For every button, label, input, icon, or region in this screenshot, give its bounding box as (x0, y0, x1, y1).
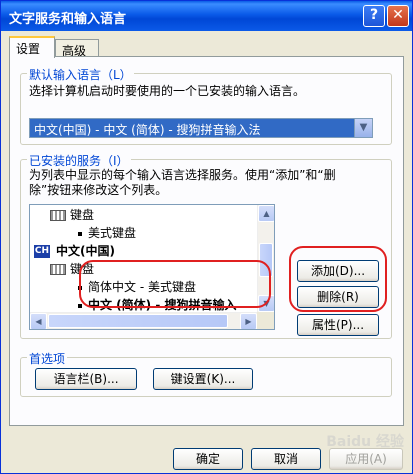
help-button[interactable]: ? (363, 5, 385, 27)
tree-item-us-keyboard[interactable]: 美式键盘 (78, 225, 136, 241)
preferences-group: 首选项 语言栏(B)... 键设置(K)... (20, 350, 392, 397)
bullet-icon (78, 303, 82, 308)
dialog-window: 文字服务和输入语言 ? ✕ 设置 高级 默认输入语言（L） 选择计算机启动时要使… (0, 0, 413, 474)
language-bar-button[interactable]: 语言栏(B)... (35, 368, 137, 390)
tree-item-chinese-china[interactable]: CH 中文(中国) (34, 243, 115, 259)
keyboard-icon (50, 210, 66, 221)
default-language-selected: 中文(中国) - 中文 (简体) - 搜狗拼音输入法 (34, 123, 261, 137)
default-language-group: 默认输入语言（L） 选择计算机启动时要使用的一个已安装的输入语言。 中文(中国)… (20, 66, 392, 145)
default-language-select[interactable]: 中文(中国) - 中文 (简体) - 搜狗拼音输入法 ▼ (29, 118, 373, 138)
preferences-label: 首选项 (27, 350, 68, 367)
apply-button[interactable]: 应用(A) (329, 448, 403, 470)
scroll-left-icon[interactable]: ◀ (30, 313, 47, 329)
scrollbar-corner (257, 312, 274, 329)
ok-button[interactable]: 确定 (173, 448, 243, 470)
default-language-description: 选择计算机启动时要使用的一个已安装的输入语言。 (29, 84, 306, 98)
default-language-label: 默认输入语言（L） (27, 66, 134, 83)
cancel-button[interactable]: 取消 (251, 448, 321, 470)
tree-horizontal-scrollbar[interactable]: ◀ ▶ (30, 312, 257, 329)
scroll-up-icon[interactable]: ▲ (258, 205, 274, 222)
annotation-highlight-buttons (289, 246, 387, 312)
tree-item-keyboard-1[interactable]: 键盘 (50, 207, 94, 223)
installed-services-description-2: 除”按钮来修改这个列表。 (29, 183, 168, 197)
properties-button[interactable]: 属性(P)... (297, 314, 379, 336)
tab-settings[interactable]: 设置 (9, 36, 55, 58)
language-ch-icon: CH (34, 245, 50, 258)
window-title: 文字服务和输入语言 (9, 12, 127, 27)
annotation-highlight-services (79, 260, 271, 308)
title-bar[interactable]: 文字服务和输入语言 ? ✕ (1, 1, 412, 31)
scroll-right-icon[interactable]: ▶ (240, 313, 257, 329)
key-settings-button[interactable]: 键设置(K)... (153, 368, 253, 390)
close-button[interactable]: ✕ (387, 5, 409, 27)
keyboard-icon (50, 264, 66, 275)
installed-services-description-1: 为列表中显示的每个输入语言选择服务。使用“添加”和“删 (29, 168, 336, 182)
installed-services-label: 已安装的服务（I） (27, 152, 131, 169)
bullet-icon (78, 231, 82, 236)
baidu-watermark: Baidu 经验 (326, 434, 404, 450)
horizontal-scroll-thumb[interactable] (48, 314, 228, 328)
chevron-down-icon[interactable]: ▼ (354, 119, 372, 137)
settings-panel: 默认输入语言（L） 选择计算机启动时要使用的一个已安装的输入语言。 中文(中国)… (9, 56, 404, 426)
